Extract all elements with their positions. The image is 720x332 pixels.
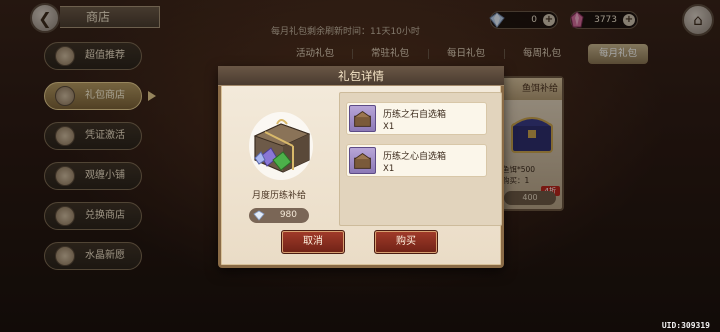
pack-price: 980: [249, 208, 309, 223]
diamond-icon: [253, 210, 265, 221]
item-quantity: X1: [383, 164, 395, 174]
item-quantity: X1: [383, 122, 395, 132]
user-id: UID:309319: [661, 321, 710, 330]
list-item[interactable]: 历练之心自选箱 X1: [346, 144, 487, 177]
dialog-title: 礼包详情: [338, 69, 384, 83]
pack-details-dialog: 礼包详情 月度历练补给 980 历练之石自选箱 X1 历练之心自选箱 X1 取消…: [218, 66, 504, 268]
cancel-button[interactable]: 取消: [281, 230, 345, 254]
pack-price-value: 980: [279, 210, 297, 220]
list-item[interactable]: 历练之石自选箱 X1: [346, 102, 487, 135]
item-name: 历练之石自选箱: [383, 110, 447, 120]
shop-screen: 商店 ❮ 每月礼包剩余刷新时间：11天10小时 0 + 3773 + ⌂ 活动礼…: [0, 0, 720, 332]
pack-name: 月度历练补给: [251, 191, 306, 201]
item-name: 历练之心自选箱: [383, 152, 447, 162]
treasure-chest-icon: [249, 112, 313, 180]
pack-contents-list[interactable]: 历练之石自选箱 X1 历练之心自选箱 X1: [339, 92, 502, 226]
chest-icon: [349, 105, 376, 132]
chest-icon: [349, 147, 376, 174]
dialog-header: 礼包详情: [218, 66, 504, 86]
buy-button[interactable]: 购买: [374, 230, 438, 254]
